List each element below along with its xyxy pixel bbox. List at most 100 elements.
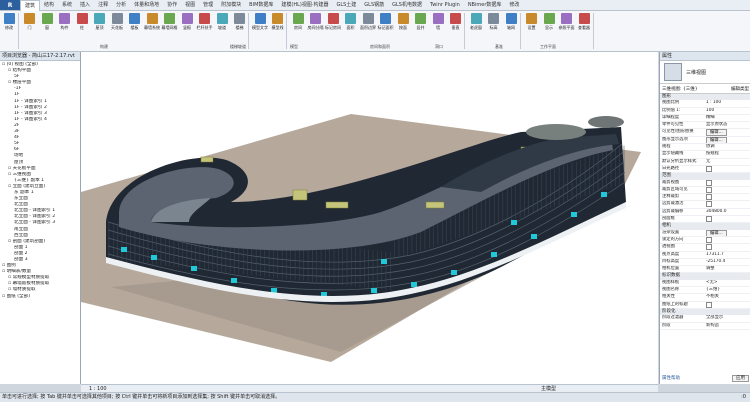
property-row[interactable]: 裁剪区域可见 — [660, 186, 750, 195]
property-row[interactable]: 图纸上的标题 — [660, 301, 750, 309]
ribbon-button-11[interactable]: 栏杆扶手 — [197, 13, 213, 41]
property-value[interactable]: 无 — [706, 159, 750, 165]
ribbon-button-17[interactable]: 房间分隔 — [308, 13, 324, 41]
property-value[interactable] — [706, 179, 750, 186]
tab-6[interactable]: 体量和场地 — [130, 0, 163, 10]
property-row[interactable]: 日光路径 — [660, 165, 750, 174]
ribbon-button-13[interactable]: 楼梯 — [233, 13, 247, 41]
property-row[interactable]: 渲染设置 编辑... — [660, 229, 750, 237]
property-row[interactable]: 视图比例 1 : 100 — [660, 100, 750, 108]
ribbon-button-23[interactable]: 竖井 — [414, 13, 428, 41]
property-value[interactable]: 显示原状态 — [706, 122, 750, 128]
ribbon-button-5[interactable]: 屋顶 — [93, 13, 107, 41]
property-row[interactable]: 视图名称 {三维} — [660, 287, 750, 295]
ribbon-button-32[interactable]: 查看器 — [577, 13, 591, 41]
ribbon-button-21[interactable]: 标记面积 — [378, 13, 394, 41]
ribbon-button-4[interactable]: 柱 — [75, 13, 89, 41]
tab-5[interactable]: 分析 — [112, 0, 130, 10]
property-checkbox[interactable] — [706, 244, 712, 251]
property-checkbox[interactable] — [706, 201, 712, 208]
property-row[interactable]: 详细程度 精细 — [660, 115, 750, 123]
ribbon-button-22[interactable]: 按面 — [396, 13, 410, 41]
application-menu-button[interactable]: R — [0, 0, 20, 10]
ribbon-button-8[interactable]: 幕墙系统 — [144, 13, 160, 41]
property-value[interactable]: 协调 — [706, 144, 750, 150]
ribbon-button-14[interactable]: 模型文字 — [252, 13, 268, 41]
apply-button[interactable]: 应用 — [732, 375, 749, 382]
property-value[interactable]: 全部显示 — [706, 315, 750, 321]
tab-3[interactable]: 插入 — [76, 0, 94, 10]
property-row[interactable]: 剖面框 — [660, 216, 750, 224]
property-value[interactable] — [706, 186, 750, 193]
property-row[interactable]: 远剪裁偏移 304800.0 — [660, 209, 750, 217]
property-value[interactable]: -25170.4 — [706, 259, 750, 265]
property-row[interactable]: 可见性/图形替换 编辑... — [660, 129, 750, 137]
property-checkbox[interactable] — [706, 186, 712, 193]
ribbon-button-16[interactable]: 房间 — [291, 13, 305, 41]
property-row[interactable]: 零件可见性 显示原状态 — [660, 122, 750, 130]
ribbon-button-25[interactable]: 垂直 — [449, 13, 463, 41]
property-value[interactable] — [706, 236, 750, 243]
property-value[interactable]: 新构造 — [706, 323, 750, 329]
property-value[interactable] — [706, 165, 750, 172]
tab-4[interactable]: 注释 — [94, 0, 112, 10]
property-checkbox[interactable] — [706, 194, 712, 201]
edit-button[interactable]: 编辑... — [706, 229, 727, 236]
property-row[interactable]: 规程 协调 — [660, 144, 750, 152]
property-checkbox[interactable] — [706, 165, 712, 172]
tab-16[interactable]: Twinr Plugin — [426, 0, 464, 10]
property-row[interactable]: 视点高度 17311.7 — [660, 252, 750, 259]
property-value[interactable] — [706, 301, 750, 308]
property-row[interactable]: 图形显示选项 编辑... — [660, 136, 750, 145]
property-value[interactable]: 100 — [706, 108, 750, 114]
ribbon-button-24[interactable]: 墙 — [431, 13, 445, 41]
property-value[interactable]: 编辑... — [706, 229, 750, 236]
tab-7[interactable]: 协作 — [163, 0, 181, 10]
ribbon-button-28[interactable]: 轴网 — [504, 13, 518, 41]
property-value[interactable]: 1 : 100 — [706, 100, 750, 106]
ribbon-button-29[interactable]: 设置 — [525, 13, 539, 41]
property-value[interactable]: 调整 — [706, 266, 750, 272]
ribbon-button-9[interactable]: 幕墙网格 — [162, 13, 178, 41]
ribbon-button-6[interactable]: 天花板 — [110, 13, 124, 41]
property-checkbox[interactable] — [706, 216, 712, 223]
property-row[interactable]: 目标高度 -25170.4 — [660, 259, 750, 267]
property-row[interactable]: 锁定的方向 — [660, 236, 750, 245]
property-value[interactable]: {三维} — [706, 287, 750, 293]
tab-9[interactable]: 管理 — [199, 0, 217, 10]
edit-button[interactable]: 编辑... — [706, 129, 727, 136]
property-value[interactable]: 精细 — [706, 115, 750, 121]
ribbon-button-20[interactable]: 面积边界 — [360, 13, 376, 41]
property-row[interactable]: 阶段过滤器 全部显示 — [660, 315, 750, 323]
tab-2[interactable]: 系统 — [58, 0, 76, 10]
ribbon-button-1[interactable]: 门 — [23, 13, 37, 41]
instance-selector[interactable]: 三维视图: {三维} — [660, 86, 731, 92]
ribbon-button-0[interactable]: 修改 — [2, 13, 16, 41]
edit-button[interactable]: 编辑... — [706, 136, 727, 144]
tab-11[interactable]: BIM数据库 — [245, 0, 277, 10]
property-checkbox[interactable] — [706, 301, 712, 308]
ribbon-button-7[interactable]: 楼板 — [128, 13, 142, 41]
tab-8[interactable]: 视图 — [181, 0, 199, 10]
tab-10[interactable]: 附加模块 — [217, 0, 245, 10]
tab-15[interactable]: GLS机电数据 — [388, 0, 426, 10]
property-row[interactable]: 显示隐藏线 按规程 — [660, 151, 750, 159]
ribbon-button-30[interactable]: 显示 — [542, 13, 556, 41]
property-row[interactable]: 相关性 不相关 — [660, 294, 750, 302]
ribbon-button-3[interactable]: 构件 — [58, 13, 72, 41]
properties-help-link[interactable]: 属性帮助 — [662, 375, 680, 382]
property-value[interactable]: <无> — [706, 280, 750, 286]
browser-tree[interactable]: ▫ [0] 视图 (全部) ▫ 结构平面 5F ▫ 楼层平面 -1F 1F 1F - 详图索… — [0, 61, 80, 300]
property-value[interactable] — [706, 244, 750, 251]
property-value[interactable]: 编辑... — [706, 136, 750, 144]
edit-type-button[interactable]: 编辑类型 — [731, 86, 750, 92]
ribbon-button-27[interactable]: 标高 — [487, 13, 501, 41]
property-checkbox[interactable] — [706, 179, 712, 186]
ribbon-button-2[interactable]: 窗 — [40, 13, 54, 41]
ribbon-button-19[interactable]: 面积 — [344, 13, 358, 41]
ribbon-button-12[interactable]: 坡道 — [215, 13, 229, 41]
property-value[interactable]: 按规程 — [706, 151, 750, 157]
property-value[interactable]: 304800.0 — [706, 209, 750, 215]
ribbon-button-15[interactable]: 模型线 — [271, 13, 285, 41]
property-row[interactable]: 远剪裁激活 — [660, 201, 750, 209]
